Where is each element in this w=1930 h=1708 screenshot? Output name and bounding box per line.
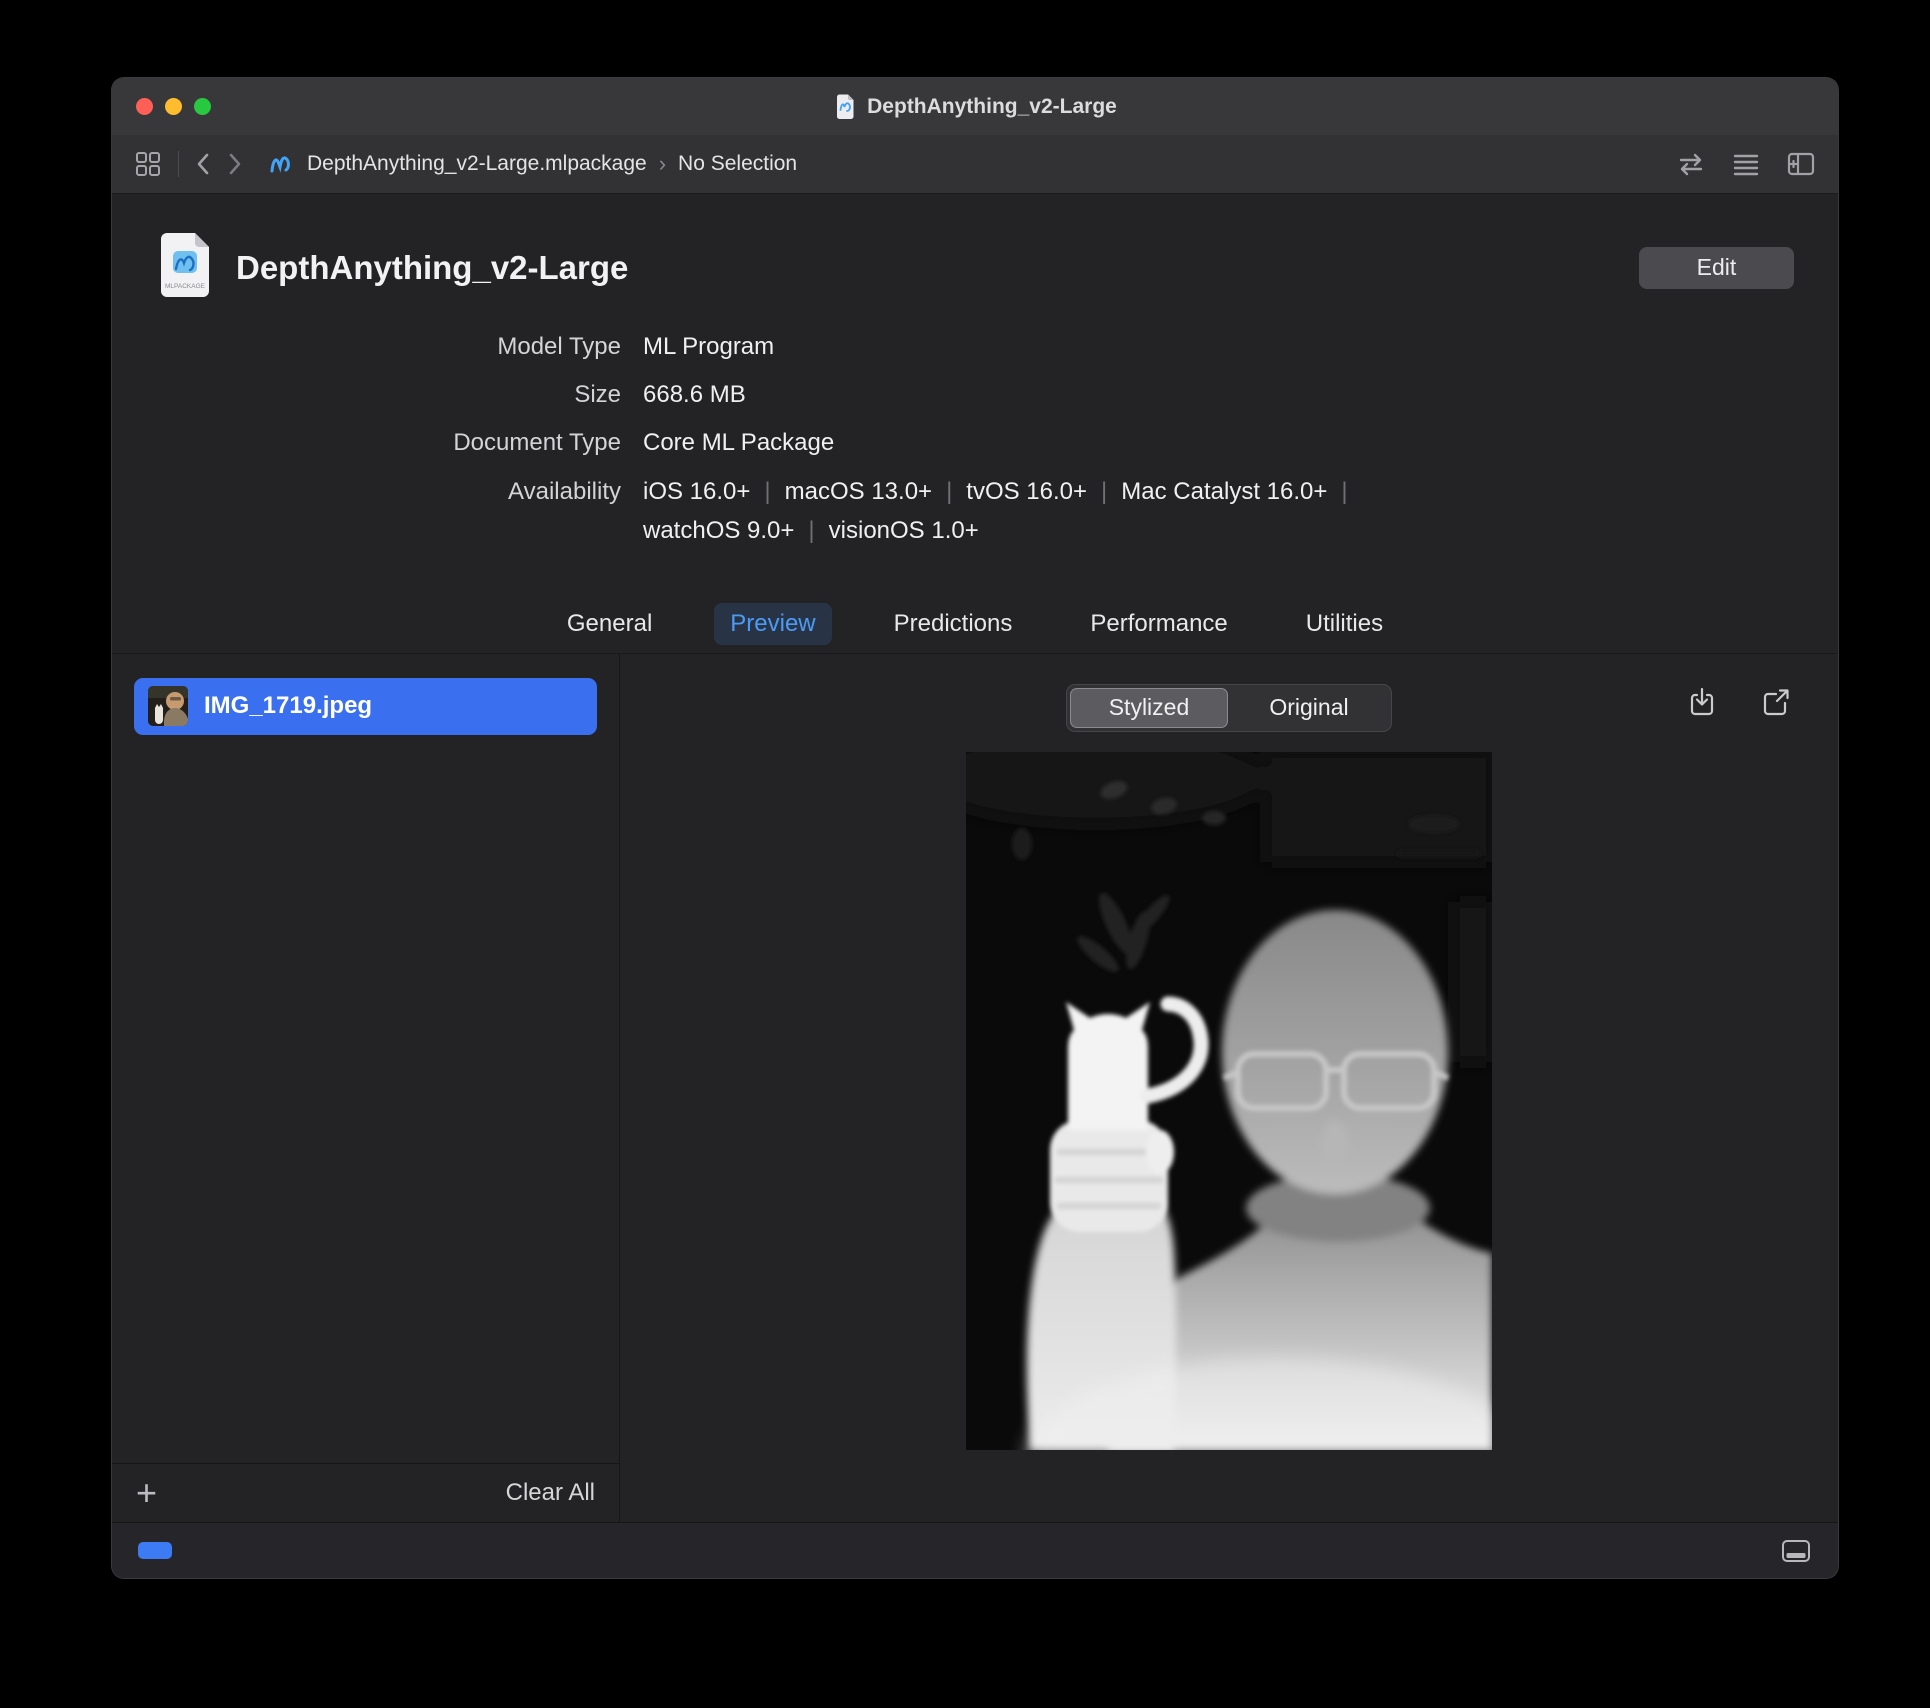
availability-item: watchOS 9.0+ <box>643 517 794 544</box>
pipe-separator: | <box>1341 478 1347 505</box>
desktop-background: DepthAnything_v2-Large <box>0 0 1930 1708</box>
pipe-separator: | <box>808 517 814 544</box>
minimize-button[interactable] <box>165 98 182 115</box>
segment-original[interactable]: Original <box>1230 688 1388 728</box>
open-external-icon[interactable] <box>1760 686 1792 718</box>
download-icon[interactable] <box>1686 686 1718 718</box>
availability-line-2: watchOS 9.0+ | visionOS 1.0+ <box>643 515 1362 546</box>
availability-item: Mac Catalyst 16.0+ <box>1121 478 1327 505</box>
availability-line-1: iOS 16.0+ | macOS 13.0+ | tvOS 16.0+ | Mac Cat… <box>643 476 1362 507</box>
tab-utilities[interactable]: Utilities <box>1290 603 1399 645</box>
title-bar: DepthAnything_v2-Large <box>112 78 1838 135</box>
back-chevron-icon[interactable] <box>195 151 211 177</box>
file-row-selected[interactable]: IMG_1719.jpeg <box>134 678 597 735</box>
availability-item: iOS 16.0+ <box>643 478 750 505</box>
availability-item: macOS 13.0+ <box>785 478 932 505</box>
availability-item: tvOS 16.0+ <box>966 478 1087 505</box>
depth-map-preview-image <box>966 752 1492 1450</box>
style-segmented-control: Stylized Original <box>1066 684 1392 732</box>
breadcrumb-chevron: › <box>659 151 666 177</box>
breadcrumb-package[interactable]: DepthAnything_v2-Large.mlpackage <box>307 152 647 176</box>
activity-indicator <box>138 1542 172 1559</box>
metadata: Model Type ML Program Size 668.6 MB Docu… <box>156 331 1794 554</box>
meta-row-document-type: Document Type Core ML Package <box>156 427 1794 458</box>
navigator-grid-icon[interactable] <box>134 150 162 178</box>
meta-value: Core ML Package <box>643 427 834 458</box>
meta-row-model-type: Model Type ML Program <box>156 331 1794 362</box>
mlpackage-icon: MLPACKAGE <box>156 230 214 305</box>
meta-label: Size <box>156 379 621 410</box>
coreml-model-window: DepthAnything_v2-Large <box>112 78 1838 1578</box>
tab-performance[interactable]: Performance <box>1074 603 1243 645</box>
window-title: DepthAnything_v2-Large <box>867 95 1117 119</box>
pipe-separator: | <box>946 478 952 505</box>
editor-options-lines-icon[interactable] <box>1732 151 1760 177</box>
edit-button[interactable]: Edit <box>1639 247 1794 289</box>
meta-value: 668.6 MB <box>643 379 746 410</box>
close-button[interactable] <box>136 98 153 115</box>
availability-values: iOS 16.0+ | macOS 13.0+ | tvOS 16.0+ | Mac Cat… <box>643 476 1362 554</box>
meta-label: Document Type <box>156 427 621 458</box>
preview-pane: Stylized Original <box>620 654 1838 1522</box>
breadcrumb-selection[interactable]: No Selection <box>678 152 797 176</box>
meta-label: Model Type <box>156 331 621 362</box>
meta-value: ML Program <box>643 331 774 362</box>
tab-predictions[interactable]: Predictions <box>878 603 1029 645</box>
page-title: DepthAnything_v2-Large <box>236 249 628 287</box>
meta-row-availability: Availability iOS 16.0+ | macOS 13.0+ | tvOS … <box>156 476 1794 554</box>
toggle-bottom-bar-icon[interactable] <box>1780 1537 1812 1565</box>
file-list: IMG_1719.jpeg <box>112 654 619 1463</box>
file-name: IMG_1719.jpeg <box>204 692 372 720</box>
add-image-button[interactable]: + <box>136 1475 157 1511</box>
segment-stylized[interactable]: Stylized <box>1070 688 1228 728</box>
breadcrumb: DepthAnything_v2-Large.mlpackage › No Se… <box>269 151 797 177</box>
forward-chevron-icon[interactable] <box>227 151 243 177</box>
availability-item: visionOS 1.0+ <box>829 517 979 544</box>
tab-bar: General Preview Predictions Performance … <box>112 595 1838 654</box>
zoom-button[interactable] <box>194 98 211 115</box>
tab-general[interactable]: General <box>551 603 668 645</box>
traffic-lights <box>136 78 211 135</box>
meta-label: Availability <box>156 476 621 554</box>
file-thumbnail <box>148 686 188 726</box>
toolbar-divider <box>178 151 179 177</box>
toolbar: DepthAnything_v2-Large.mlpackage › No Se… <box>112 135 1838 194</box>
clear-all-button[interactable]: Clear All <box>506 1479 595 1507</box>
coreml-model-icon <box>269 153 295 175</box>
preview-file-sidebar: IMG_1719.jpeg + Clear All <box>112 654 620 1522</box>
add-editor-icon[interactable] <box>1786 151 1816 177</box>
tab-preview[interactable]: Preview <box>714 603 831 645</box>
pipe-separator: | <box>764 478 770 505</box>
pipe-separator: | <box>1101 478 1107 505</box>
meta-row-size: Size 668.6 MB <box>156 379 1794 410</box>
document-icon <box>833 94 857 120</box>
mlpackage-icon-caption: MLPACKAGE <box>165 283 206 290</box>
bottom-bar <box>112 1522 1838 1578</box>
swap-arrows-icon[interactable] <box>1676 151 1706 177</box>
content-area: IMG_1719.jpeg + Clear All Stylized Origi… <box>112 654 1838 1522</box>
model-header: MLPACKAGE DepthAnything_v2-Large Edit Mo… <box>112 194 1838 581</box>
sidebar-footer: + Clear All <box>112 1463 619 1522</box>
